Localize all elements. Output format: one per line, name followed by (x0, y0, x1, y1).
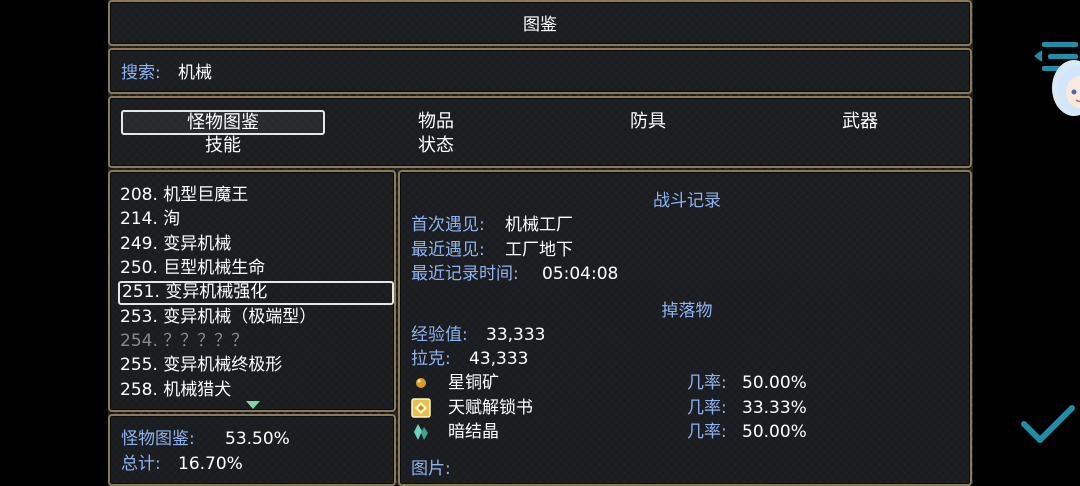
first-seen-label: 首次遇见: (411, 215, 485, 235)
search-label: 搜索: (121, 63, 161, 83)
list-item[interactable]: 255. 变异机械终极形 (120, 354, 392, 376)
tab-items[interactable]: 物品 (334, 111, 538, 133)
exp-label: 经验值: (411, 325, 468, 345)
exp-value: 33,333 (486, 325, 546, 345)
drop-rate-value: 33.33% (742, 398, 807, 418)
crystal-icon (414, 424, 428, 440)
search-window[interactable]: 搜索: 机械 (108, 48, 972, 94)
list-item[interactable]: 258. 机械猎犬 (120, 379, 392, 401)
last-time-label: 最近记录时间: (411, 264, 519, 284)
ore-orb-icon (416, 378, 426, 388)
first-seen-value: 机械工厂 (505, 215, 573, 235)
total-progress-label: 总计: (121, 454, 161, 474)
list-item[interactable]: 249. 变异机械 (120, 233, 392, 255)
confirm-check-icon[interactable] (1018, 400, 1078, 448)
drop-item-name: 暗结晶 (448, 422, 499, 442)
tab-status[interactable]: 状态 (334, 135, 538, 157)
drop-rate-label: 几率: (687, 422, 727, 442)
monster-progress-value: 53.50% (225, 429, 290, 449)
list-item-selected[interactable]: 251. 变异机械强化 (118, 281, 394, 305)
list-item[interactable]: 250. 巨型机械生命 (120, 257, 392, 279)
gold-value: 43,333 (469, 349, 529, 369)
drops-heading: 掉落物 (661, 301, 713, 321)
title-window: 图鉴 (108, 0, 972, 46)
list-item[interactable]: 253. 变异机械（极端型） (120, 306, 392, 328)
left-letterbox (0, 0, 108, 486)
drop-rate-value: 50.00% (742, 422, 807, 442)
monster-list-window: 208. 机型巨魔王 214. 洵 249. 变异机械 250. 巨型机械生命 … (108, 170, 396, 412)
drop-item-name: 星铜矿 (448, 373, 499, 393)
drop-rate-label: 几率: (687, 373, 727, 393)
list-item[interactable]: 214. 洵 (120, 208, 392, 230)
tab-monster[interactable]: 怪物图鉴 (121, 110, 325, 135)
search-input[interactable]: 机械 (178, 62, 212, 84)
talent-book-icon (411, 398, 431, 418)
detail-window: 战斗记录 首次遇见: 机械工厂 最近遇见: 工厂地下 最近记录时间: 05:04… (398, 170, 972, 486)
category-window: 怪物图鉴 物品 防具 武器 技能 状态 (108, 96, 972, 168)
list-item[interactable]: 208. 机型巨魔王 (120, 184, 392, 206)
last-time-value: 05:04:08 (542, 264, 619, 284)
tab-weapons[interactable]: 武器 (758, 111, 962, 133)
scroll-down-arrow-icon[interactable] (246, 401, 260, 410)
list-item-unknown[interactable]: 254. ？？？？？ (120, 330, 392, 352)
monster-progress-label: 怪物图鉴: (121, 429, 195, 449)
tab-armor[interactable]: 防具 (546, 111, 750, 133)
drop-rate-label: 几率: (687, 398, 727, 418)
drop-item-name: 天赋解锁书 (448, 398, 533, 418)
last-seen-label: 最近遇见: (411, 240, 485, 260)
total-progress-value: 16.70% (178, 454, 243, 474)
image-label: 图片: (411, 459, 451, 479)
drop-rate-value: 50.00% (742, 373, 807, 393)
window-title: 图鉴 (523, 15, 557, 35)
battle-record-heading: 战斗记录 (653, 191, 721, 211)
progress-window: 怪物图鉴: 53.50% 总计: 16.70% (108, 414, 396, 486)
gold-label: 拉克: (411, 349, 451, 369)
last-seen-value: 工厂地下 (505, 240, 573, 260)
tab-skills[interactable]: 技能 (121, 135, 325, 157)
